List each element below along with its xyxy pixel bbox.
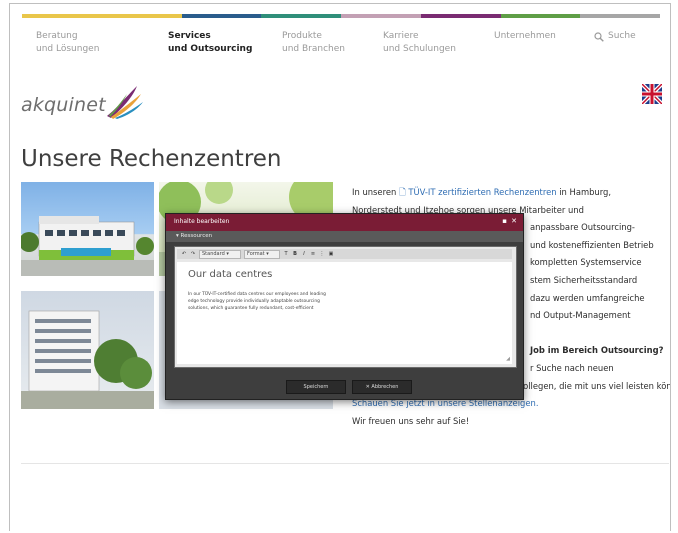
search-icon [594, 31, 604, 42]
search-label: Suche [608, 31, 636, 41]
article-text: In unseren [352, 187, 399, 197]
undo-icon[interactable]: ↶ [181, 251, 187, 257]
font-select[interactable]: Standard ▾ [199, 249, 241, 259]
nav-item-line2: und Outsourcing [168, 44, 253, 54]
page-title: Unsere Rechenzentren [21, 146, 282, 172]
nav-item-services[interactable]: Services und Outsourcing [168, 30, 252, 56]
dialog-title: Inhalte bearbeiten [174, 218, 230, 225]
rich-text-editor: ↶ ↷ Standard ▾ Format ▾ T B I ≡ ⋮ ▣ Our … [174, 246, 517, 368]
edit-content-dialog: Inhalte bearbeiten ▪ ✕ ▾ Ressourcen ↶ ↷ … [165, 213, 524, 400]
akquinet-logo[interactable]: akquinet [21, 84, 156, 126]
dialog-titlebar[interactable]: Inhalte bearbeiten ▪ ✕ [166, 214, 523, 231]
editor-body: In our TÜV-IT-certified data centres our… [188, 291, 508, 312]
editor-body-line: solutions, which guarantee fully redunda… [188, 306, 314, 311]
document-icon: 🗋 [398, 187, 406, 197]
close-icon[interactable]: ✕ [511, 217, 517, 225]
datacenter-photo-building-2 [21, 291, 154, 409]
format-select-value: Format [247, 250, 265, 257]
font-select-value: Standard [202, 250, 225, 257]
nav-item-line1: Unternehmen [494, 31, 556, 41]
bold-icon[interactable]: B [292, 251, 298, 257]
save-button[interactable]: Speichern [286, 380, 346, 394]
tuev-link-text: TÜV-IT zertifizierten Rechenzentren [408, 187, 557, 197]
bullet-list-icon[interactable]: ≡ [310, 251, 316, 257]
nav-item-line1: Services [168, 31, 211, 41]
nav-item-line2: und Schulungen [383, 44, 456, 54]
nav-item-line2: und Branchen [282, 44, 345, 54]
article-line: Wir freuen uns sehr auf Sie! [352, 415, 470, 426]
nav-item-line1: Produkte [282, 31, 322, 41]
image-icon[interactable]: ▣ [328, 251, 334, 257]
editor-content-area[interactable]: Our data centres In our TÜV-IT-certified… [177, 262, 512, 364]
nav-item-unternehmen[interactable]: Unternehmen [494, 30, 556, 43]
nav-item-line1: Beratung [36, 31, 78, 41]
italic-icon[interactable]: I [301, 251, 307, 257]
nav-item-line2: und Lösungen [36, 44, 100, 54]
cancel-label: Abbrechen [371, 384, 399, 390]
editor-heading: Our data centres [188, 269, 273, 280]
search-link[interactable]: Suche [594, 30, 636, 43]
nav-item-karriere[interactable]: Karriere und Schulungen [383, 30, 456, 56]
resize-handle-icon[interactable]: ◢ [506, 356, 510, 362]
tuev-certified-link[interactable]: 🗋 TÜV-IT zertifizierten Rechenzentren [399, 187, 557, 197]
cancel-button[interactable]: ✕ Abbrechen [352, 380, 412, 394]
logo-text: akquinet [21, 94, 106, 116]
english-flag-icon[interactable] [640, 82, 664, 106]
redo-icon[interactable]: ↷ [190, 251, 196, 257]
section-label-text: Ressourcen [180, 233, 213, 239]
format-select[interactable]: Format ▾ [244, 249, 280, 259]
logo-swoosh-icon [107, 86, 143, 119]
nav-item-beratung[interactable]: Beratung und Lösungen [36, 30, 99, 56]
color-strip [22, 14, 660, 18]
main-navigation: Beratung und Lösungen Services und Outso… [34, 30, 664, 70]
article-text: in Hamburg, [556, 187, 612, 197]
editor-toolbar: ↶ ↷ Standard ▾ Format ▾ T B I ≡ ⋮ ▣ [177, 249, 512, 259]
dialog-section-bar[interactable]: ▾ Ressourcen [166, 231, 523, 242]
footer-divider [21, 463, 669, 464]
datacenter-photo-building-1 [21, 182, 154, 276]
browser-viewport: Beratung und Lösungen Services und Outso… [9, 3, 671, 531]
section-label: ▾ Ressourcen [176, 233, 213, 239]
editor-body-line: edge technology provide individually ada… [188, 299, 320, 304]
nav-item-produkte[interactable]: Produkte und Branchen [282, 30, 345, 56]
text-color-icon[interactable]: T [283, 251, 289, 257]
maximize-icon[interactable]: ▪ [502, 217, 507, 225]
numbered-list-icon[interactable]: ⋮ [319, 251, 325, 257]
nav-item-line1: Karriere [383, 31, 419, 41]
editor-body-line: In our TÜV-IT-certified data centres our… [188, 292, 326, 297]
